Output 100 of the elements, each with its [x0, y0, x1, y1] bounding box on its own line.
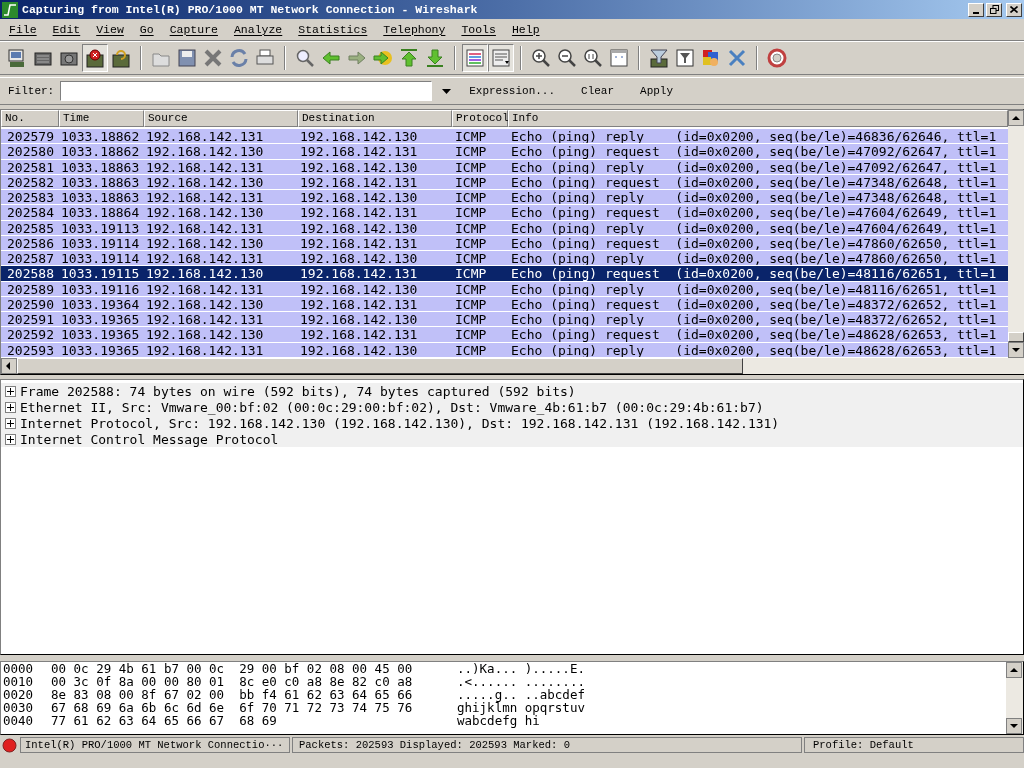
table-cell-text: ICMP [454, 296, 488, 312]
menu-item[interactable]: View [91, 20, 129, 39]
table-cell-text: Echo (ping) request (id=0x0200, seq(be/le)=47348/62648, ttl=1 [510, 174, 998, 190]
zoom-reset-icon [582, 47, 604, 69]
table-cell-text: 202593 [6, 342, 55, 357]
packet-row[interactable]: 202592 1033.19365 192.168.142.130 192.168.142.131 ICMP Echo (ping) request (id=0x0200, seq(be/le)=48628/62653, ttl=1 [1, 327, 1008, 343]
table-cell-text: 1033.19115 [60, 266, 141, 281]
stop-icon [84, 47, 106, 69]
byte-offset: 0040 [3, 714, 35, 727]
scroll-down-icon[interactable] [1006, 718, 1022, 734]
table-cell-text: 202583 [6, 190, 55, 205]
table-cell-text: 202579 [6, 129, 55, 144]
scrollbar-thumb[interactable] [1008, 332, 1024, 342]
scroll-up-icon[interactable] [1008, 110, 1024, 126]
table-cell-text: 202589 [6, 281, 55, 296]
packet-row[interactable]: 202588 1033.19115 192.168.142.130 192.168.142.131 ICMP Echo (ping) request (id=0x0200, seq(be/le)=48116/62651, ttl=1 [1, 266, 1008, 282]
minimize-icon [973, 11, 979, 14]
table-cell-text: 192.168.142.131 [299, 266, 419, 281]
close-button[interactable] [1006, 2, 1022, 17]
toolbar-button[interactable] [82, 44, 108, 72]
table-cell-text: Echo (ping) request (id=0x0200, seq(be/le)=48372/62652, ttl=1 [510, 296, 998, 312]
table-cell-text: Echo (ping) reply (id=0x0200, seq(be/le)=46836/62646, ttl=1 [510, 129, 998, 144]
table-cell-text: 202584 [6, 205, 55, 220]
table-cell-text: 1033.18863 [60, 174, 141, 190]
table-cell-text: Echo (ping) request (id=0x0200, seq(be/le)=48116/62651, ttl=1 [510, 266, 998, 281]
packet-row[interactable]: 202579 1033.18862 192.168.142.131 192.168.142.130 ICMP Echo (ping) reply (id=0x0200, seq(be/le)=46836/62646, ttl=1 [1, 129, 1008, 145]
table-cell-text: 192.168.142.130 [145, 144, 265, 159]
table-cell-text: Echo (ping) request (id=0x0200, seq(be/le)=47092/62647, ttl=1 [510, 144, 998, 159]
table-cell-text: ICMP [454, 159, 488, 174]
expand-toggle[interactable] [5, 401, 16, 413]
byte-offset: 0020 [3, 688, 35, 701]
packet-row[interactable]: 202591 1033.19365 192.168.142.131 192.168.142.130 ICMP Echo (ping) reply (id=0x0200, seq(be/le)=48372/62652, ttl=1 [1, 312, 1008, 328]
packet-row[interactable]: 202583 1033.18863 192.168.142.131 192.168.142.130 ICMP Echo (ping) reply (id=0x0200, seq(be/le)=47348/62648, ttl=1 [1, 190, 1008, 206]
plus-icon [7, 387, 14, 395]
list-icon [490, 47, 512, 69]
table-cell-text: 1033.19113 [60, 220, 141, 235]
refresh-icon [228, 47, 250, 69]
restore-icon [989, 5, 999, 14]
table-cell-text: 192.168.142.131 [145, 159, 265, 174]
scroll-left-icon[interactable] [1, 358, 17, 374]
menu-item[interactable]: Telephony [378, 20, 451, 39]
filter-button[interactable]: Apply [630, 80, 684, 102]
scrollbar-thumb[interactable] [17, 358, 743, 374]
menu-item[interactable]: Help [506, 20, 545, 39]
table-cell-text: 192.168.142.131 [145, 312, 265, 327]
table-cell-text: 192.168.142.131 [145, 342, 265, 357]
menu-item[interactable]: Statistics [293, 20, 373, 39]
vertical-scrollbar[interactable] [1006, 662, 1023, 734]
menu-item[interactable]: File [4, 20, 42, 39]
table-cell-text: 192.168.142.131 [145, 190, 265, 205]
filter-button[interactable]: Clear [571, 80, 625, 102]
table-cell-text: 192.168.142.131 [299, 205, 419, 220]
table-cell-text: 192.168.142.131 [299, 235, 419, 251]
scroll-down-icon[interactable] [1008, 342, 1024, 358]
table-cell-text: 1033.19365 [60, 312, 141, 327]
table-cell-text: 1033.18864 [60, 205, 141, 220]
filter-button[interactable]: Expression... [459, 80, 566, 102]
menu-item[interactable]: Capture [164, 20, 223, 39]
filter-field[interactable] [60, 81, 433, 101]
table-cell-text: 192.168.142.131 [299, 144, 419, 159]
status-profile: Profile: Default [804, 737, 1024, 753]
close-icon [1010, 6, 1018, 13]
menu-item[interactable]: Tools [456, 20, 501, 39]
table-cell-text: Echo (ping) reply (id=0x0200, seq(be/le)=47092/62647, ttl=1 [510, 159, 998, 174]
table-cell-text: Echo (ping) reply (id=0x0200, seq(be/le)=48116/62651, ttl=1 [510, 281, 998, 296]
table-cell-text: ICMP [454, 281, 488, 296]
horizontal-scrollbar[interactable] [1, 358, 1008, 374]
lifebuoy-icon [766, 47, 788, 69]
menu-item[interactable]: Go [134, 20, 159, 39]
expand-toggle[interactable] [5, 433, 16, 445]
scroll-up-icon[interactable] [1006, 662, 1022, 678]
table-cell-text: 1033.19365 [60, 342, 141, 357]
minimize-button[interactable] [968, 2, 984, 17]
search-icon [294, 47, 316, 69]
expand-toggle[interactable] [5, 417, 16, 429]
expand-toggle[interactable] [5, 385, 16, 397]
table-cell-text: 1033.18863 [60, 190, 141, 205]
table-cell-text: ICMP [454, 342, 488, 357]
packet-row[interactable]: 202584 1033.18864 192.168.142.130 192.168.142.131 ICMP Echo (ping) request (id=0x0200, seq(be/le)=47604/62649, ttl=1 [1, 205, 1008, 221]
packet-row[interactable]: 202587 1033.19114 192.168.142.131 192.168.142.130 ICMP Echo (ping) reply (id=0x0200, seq(be/le)=47860/62650, ttl=1 [1, 251, 1008, 267]
hex-bytes: 77 61 62 63 64 65 66 67 68 69 [51, 714, 278, 727]
dropdown-caret-icon[interactable] [442, 88, 452, 94]
column-header[interactable]: No. [1, 110, 59, 127]
column-header[interactable]: Source [144, 110, 298, 127]
table-cell-text: 202592 [6, 327, 55, 342]
restore-button[interactable] [986, 2, 1002, 17]
capture-status-icon [2, 737, 17, 753]
column-header[interactable]: Protocol [452, 110, 508, 127]
packet-row[interactable]: 202580 1033.18862 192.168.142.130 192.168.142.131 ICMP Echo (ping) request (id=0x0200, seq(be/le)=47092/62647, ttl=1 [1, 144, 1008, 160]
table-cell-text: 192.168.142.130 [299, 129, 419, 144]
vertical-scrollbar[interactable] [1008, 110, 1024, 374]
column-header[interactable]: Info [508, 110, 1008, 127]
menu-item[interactable]: Edit [47, 20, 86, 39]
menu-item[interactable]: Analyze [228, 20, 288, 39]
table-cell-text: ICMP [454, 251, 488, 266]
column-header[interactable]: Destination [298, 110, 452, 127]
table-cell-text: ICMP [454, 220, 488, 235]
table-cell-text: ICMP [454, 312, 488, 327]
column-header[interactable]: Time [59, 110, 144, 127]
table-cell-text: ICMP [454, 235, 488, 251]
